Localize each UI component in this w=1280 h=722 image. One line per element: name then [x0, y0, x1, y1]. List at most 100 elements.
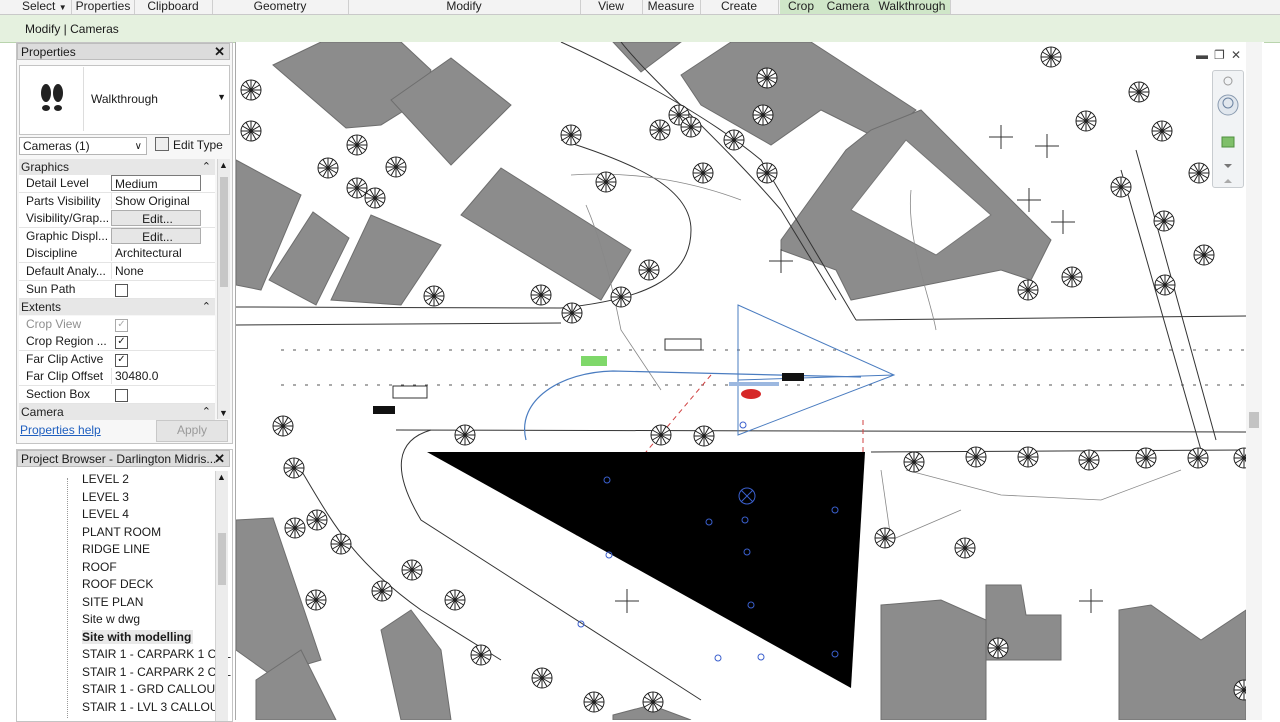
- drawing-canvas[interactable]: ▬ ❐ ✕: [235, 42, 1264, 720]
- edit-type-label: Edit Type: [173, 138, 223, 152]
- row-label: Detail Level: [26, 176, 89, 190]
- default-analysis-field[interactable]: None: [111, 263, 215, 279]
- parts-visibility-field[interactable]: Show Original: [111, 193, 215, 209]
- row-crop-view: Crop View ✓: [19, 316, 215, 334]
- ribbon-measure[interactable]: Measure: [642, 0, 701, 14]
- nav-wheel-icon[interactable]: [1217, 94, 1237, 114]
- tree-item-stair1-carpark2[interactable]: STAIR 1 - CARPARK 2 CAL: [82, 665, 231, 679]
- scroll-thumb[interactable]: [218, 533, 226, 585]
- edit-type-icon: [155, 137, 169, 151]
- tree-item-site-w-dwg[interactable]: Site w dwg: [82, 612, 140, 626]
- tree-item-ridge-line[interactable]: RIDGE LINE: [82, 542, 150, 556]
- minimize-icon[interactable]: ▬: [1196, 48, 1208, 62]
- site-plan-drawing: [236, 42, 1255, 720]
- tree-item-site-with-modelling[interactable]: Site with modelling: [82, 630, 194, 644]
- canvas-scrollbar[interactable]: [1246, 42, 1262, 720]
- ribbon-walkthrough[interactable]: Walkthrough: [874, 0, 951, 14]
- tree-item-stair1-grd[interactable]: STAIR 1 - GRD CALLOUT: [82, 682, 222, 696]
- close-icon[interactable]: ✕: [214, 451, 225, 467]
- navigation-bar: [1212, 70, 1244, 188]
- far-clip-active-checkbox[interactable]: ✓: [115, 354, 128, 367]
- building: [880, 599, 987, 720]
- row-label: Far Clip Active: [26, 352, 104, 366]
- ribbon-view[interactable]: View: [580, 0, 643, 14]
- ribbon-modify[interactable]: Modify: [348, 0, 581, 14]
- section-box-checkbox[interactable]: [115, 389, 128, 402]
- vehicle-dark: [373, 406, 395, 414]
- green-vehicle: [581, 356, 607, 366]
- detail-level-field[interactable]: Medium: [111, 175, 201, 191]
- lane-markings: [281, 349, 1246, 386]
- tree-item-stair1-lvl3[interactable]: STAIR 1 - LVL 3 CALLOUT: [82, 700, 226, 714]
- instance-filter-value: Cameras (1): [23, 139, 90, 153]
- dashed-bar: [729, 382, 779, 386]
- close-icon[interactable]: ✕: [1231, 48, 1241, 62]
- scroll-down-icon[interactable]: ▼: [219, 408, 228, 418]
- row-label: Graphic Displ...: [26, 229, 109, 243]
- tree-item-level-2[interactable]: LEVEL 2: [82, 472, 129, 486]
- scroll-thumb[interactable]: [220, 177, 228, 287]
- apply-button[interactable]: Apply: [156, 420, 228, 442]
- sun-path-checkbox[interactable]: [115, 284, 128, 297]
- properties-help-link[interactable]: Properties help: [20, 423, 101, 437]
- tree-item-roof-deck[interactable]: ROOF DECK: [82, 577, 153, 591]
- row-far-clip-active: Far Clip Active ✓: [19, 351, 215, 369]
- scroll-up-icon[interactable]: ▲: [219, 160, 228, 170]
- group-camera[interactable]: Camera ⌃: [19, 404, 215, 420]
- collapse-icon: ⌃: [201, 406, 211, 418]
- ribbon-create[interactable]: Create: [700, 0, 779, 14]
- type-name: Walkthrough: [91, 92, 158, 106]
- group-graphics[interactable]: Graphics ⌃: [19, 159, 215, 175]
- row-label: Sun Path: [26, 282, 76, 296]
- far-clip-offset-field[interactable]: 30480.0: [111, 368, 215, 384]
- tree-item-site-plan[interactable]: SITE PLAN: [82, 595, 143, 609]
- ribbon-geometry[interactable]: Geometry: [212, 0, 349, 14]
- discipline-field[interactable]: Architectural: [111, 245, 215, 261]
- scroll-thumb[interactable]: [1249, 412, 1259, 428]
- row-far-clip-offset: Far Clip Offset 30480.0: [19, 368, 215, 386]
- tree-item-plant-room[interactable]: PLANT ROOM: [82, 525, 161, 539]
- row-graphic-display: Graphic Displ... Edit...: [19, 228, 215, 246]
- properties-title: Properties: [21, 45, 76, 59]
- instance-filter-dropdown[interactable]: Cameras (1) ∨: [19, 137, 147, 155]
- visibility-graphics-edit-button[interactable]: Edit...: [111, 210, 201, 226]
- tree-item-roof[interactable]: ROOF: [82, 560, 117, 574]
- vehicle: [392, 385, 428, 399]
- ribbon-camera[interactable]: Camera: [822, 0, 875, 14]
- type-selector[interactable]: Walkthrough ▼: [19, 65, 230, 135]
- ribbon-create-label: Create: [720, 0, 758, 13]
- edit-type-button[interactable]: Edit Type: [155, 137, 223, 152]
- graphic-display-edit-button[interactable]: Edit...: [111, 228, 201, 244]
- crop-region-checkbox[interactable]: ✓: [115, 336, 128, 349]
- ribbon-crop[interactable]: Crop: [780, 0, 823, 14]
- row-detail-level: Detail Level Medium: [19, 175, 215, 193]
- ribbon-clipboard-label: Clipboard: [147, 0, 199, 13]
- tree-item-level-3[interactable]: LEVEL 3: [82, 490, 129, 504]
- ribbon-crop-label: Crop: [787, 0, 814, 13]
- ribbon-properties[interactable]: Properties: [72, 0, 135, 14]
- browser-header: Project Browser - Darlington Midris... ✕: [17, 450, 230, 467]
- row-visibility-graphics: Visibility/Grap... Edit...: [19, 210, 215, 228]
- restore-icon[interactable]: ❐: [1214, 48, 1225, 62]
- row-label: Crop Region ...: [26, 334, 107, 348]
- browser-scrollbar[interactable]: ▲: [215, 471, 228, 721]
- row-label: Discipline: [26, 246, 78, 260]
- ribbon-measure-label: Measure: [647, 0, 695, 13]
- tree-item-level-4[interactable]: LEVEL 4: [82, 507, 129, 521]
- ribbon-clipboard[interactable]: Clipboard: [134, 0, 213, 14]
- chevron-down-icon[interactable]: ▼: [217, 92, 226, 102]
- scroll-up-icon[interactable]: ▲: [217, 472, 226, 482]
- row-label: Crop View: [26, 317, 82, 331]
- properties-scrollbar[interactable]: ▲ ▼: [217, 159, 230, 419]
- close-icon[interactable]: ✕: [214, 44, 225, 60]
- ribbon-select[interactable]: Select ▼: [0, 0, 72, 14]
- group-extents[interactable]: Extents ⌃: [19, 299, 215, 315]
- properties-header: Properties ✕: [17, 43, 230, 60]
- group-extents-label: Extents: [21, 300, 62, 314]
- zoom-region-icon[interactable]: [1217, 134, 1237, 154]
- row-label: Default Analy...: [26, 264, 106, 278]
- row-label: Far Clip Offset: [26, 369, 104, 383]
- project-browser: Project Browser - Darlington Midris... ✕…: [16, 449, 233, 722]
- row-crop-region: Crop Region ... ✓: [19, 333, 215, 351]
- tree-item-stair1-carpark1[interactable]: STAIR 1 - CARPARK 1 CAL: [82, 647, 231, 661]
